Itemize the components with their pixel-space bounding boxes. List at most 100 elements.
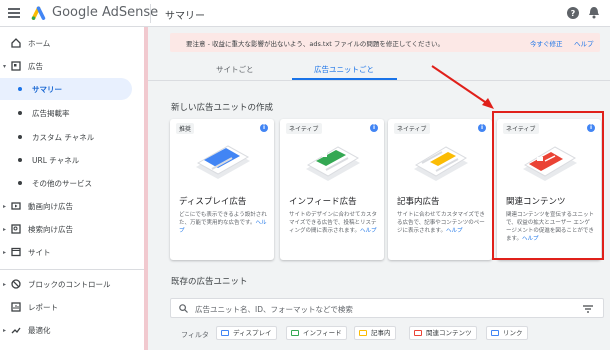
- sidebar-item-url-channels[interactable]: URL チャネル: [0, 149, 147, 171]
- ads-icon: [11, 61, 21, 71]
- bullet-icon: [18, 135, 22, 139]
- existing-ad-units-heading: 既存の広告ユニット: [171, 277, 248, 287]
- filter-chip-related-content[interactable]: 関連コンテンツ: [409, 326, 477, 340]
- sidebar-item-label: サイト: [28, 247, 51, 257]
- notifications-bell-icon[interactable]: [588, 6, 600, 19]
- video-icon: [11, 202, 21, 210]
- sidebar-item-video-ads[interactable]: ▸ 動画向け広告: [0, 195, 147, 217]
- info-icon[interactable]: i: [478, 124, 486, 132]
- caret-right-icon: ▸: [3, 326, 7, 334]
- block-icon: [11, 279, 21, 289]
- infeed-ad-illustration-icon: [306, 146, 360, 181]
- highlight-box: [492, 111, 604, 260]
- filter-chip-link[interactable]: リンク: [486, 326, 528, 340]
- top-app-bar: Google AdSense サマリー ?: [0, 0, 610, 27]
- card-title: ディスプレイ広告: [179, 197, 247, 207]
- sidebar-item-search-ads[interactable]: ▸ 検索向け広告: [0, 218, 147, 240]
- sidebar-item-label: その他のサービス: [32, 178, 92, 188]
- sidebar-item-reports[interactable]: レポート: [0, 296, 147, 318]
- sidebar-item-label: 動画向け広告: [28, 201, 73, 211]
- card-description: サイトに合わせてカスタマイズできる広告で、記事やコンテンツのページに表示されます…: [397, 212, 485, 234]
- filter-list-icon[interactable]: [583, 305, 593, 313]
- info-icon[interactable]: i: [370, 124, 378, 132]
- sidebar-item-optimization[interactable]: ▸ 最適化: [0, 319, 147, 341]
- sidebar-item-label: 広告: [28, 61, 43, 71]
- display-ads-card[interactable]: 推奨 i ディスプレイ広告 どこにでも表示できるよう設計された、万能で実用的な広…: [170, 119, 274, 260]
- warning-text: 要注意 - 収益に重大な影響が出ないよう、ads.txt ファイルの問題を修正し…: [186, 40, 445, 48]
- tab-by-ad-unit[interactable]: 広告ユニットごと: [314, 64, 374, 75]
- active-dot-icon: [18, 87, 22, 91]
- search-icon: [179, 304, 188, 313]
- sidebar-item-summary[interactable]: サマリー: [0, 78, 132, 100]
- caret-right-icon: ▸: [3, 225, 7, 233]
- sidebar-item-custom-channels[interactable]: カスタム チャネル: [0, 126, 147, 148]
- sidebar-item-label: カスタム チャネル: [32, 132, 95, 142]
- filter-chip-in-article[interactable]: 記事内: [354, 326, 396, 340]
- sidebar-nav: ホーム ▾ 広告 サマリー 広告掲載率 カスタム チャネル URL チャネル そ…: [0, 27, 147, 350]
- sidebar-item-label: 広告掲載率: [32, 108, 70, 118]
- caret-right-icon: ▸: [3, 280, 7, 288]
- filter-chip-display[interactable]: ディスプレイ: [216, 326, 277, 340]
- svg-text:?: ?: [571, 9, 576, 18]
- site-icon: [11, 247, 21, 257]
- native-badge: ネイティブ: [286, 123, 322, 134]
- sidebar-item-label: URL チャネル: [32, 155, 80, 165]
- caret-right-icon: ▸: [3, 248, 7, 256]
- ad-unit-search-input[interactable]: 広告ユニット名、ID、フォーマットなどで検索: [170, 298, 604, 318]
- info-icon[interactable]: i: [260, 124, 268, 132]
- active-tab-indicator: [292, 78, 397, 80]
- trend-icon: [11, 327, 21, 334]
- sidebar-item-other-services[interactable]: その他のサービス: [0, 172, 147, 194]
- help-icon[interactable]: ?: [567, 7, 579, 19]
- red-arrow-icon: [431, 65, 494, 109]
- in-article-ads-card[interactable]: ネイティブ i 記事内広告 サイトに合わせてカスタマイズできる広告で、記事やコン…: [388, 119, 492, 260]
- sidebar-divider: [0, 269, 147, 270]
- recommended-badge: 推奨: [176, 123, 195, 134]
- card-help-link[interactable]: ヘルプ: [360, 228, 377, 234]
- sidebar-item-label: 最適化: [28, 325, 51, 335]
- card-title: 記事内広告: [397, 197, 440, 207]
- caret-down-icon: ▾: [3, 62, 7, 70]
- search-placeholder: 広告ユニット名、ID、フォーマットなどで検索: [195, 305, 353, 314]
- new-ad-unit-heading: 新しい広告ユニットの作成: [171, 103, 274, 113]
- filter-label: フィルタ: [181, 331, 209, 339]
- sidebar-item-home[interactable]: ホーム: [0, 32, 147, 54]
- card-help-link[interactable]: ヘルプ: [446, 228, 463, 234]
- ads-txt-warning-banner: 要注意 - 収益に重大な影響が出ないよう、ads.txt ファイルの問題を修正し…: [170, 33, 600, 52]
- infeed-chip-icon: [291, 330, 299, 336]
- sidebar-item-label: ホーム: [28, 38, 51, 48]
- sidebar-item-label: 検索向け広告: [28, 224, 73, 234]
- in-article-ad-illustration-icon: [414, 146, 468, 181]
- sidebar-item-ads[interactable]: ▾ 広告: [0, 55, 147, 77]
- native-badge: ネイティブ: [394, 123, 430, 134]
- bullet-icon: [18, 111, 22, 115]
- sidebar-item-label: ブロックのコントロール: [28, 279, 111, 289]
- bullet-icon: [18, 181, 22, 185]
- report-icon: [11, 302, 21, 312]
- sidebar-item-sites[interactable]: ▸ サイト: [0, 241, 147, 263]
- fix-now-link[interactable]: 今すぐ修正: [530, 38, 563, 48]
- bullet-icon: [18, 158, 22, 162]
- sidebar-item-coverage[interactable]: 広告掲載率: [0, 102, 147, 124]
- sidebar-item-label: レポート: [28, 302, 58, 312]
- infeed-ads-card[interactable]: ネイティブ i インフィード広告 サイトのデザインに合わせてカスタマイズできる広…: [280, 119, 384, 260]
- display-ad-illustration-icon: [196, 145, 250, 179]
- tab-by-site[interactable]: サイトごと: [216, 64, 254, 75]
- related-content-chip-icon: [414, 330, 422, 336]
- link-chip-icon: [491, 330, 499, 336]
- caret-right-icon: ▸: [3, 202, 7, 210]
- help-link[interactable]: ヘルプ: [574, 38, 594, 48]
- in-article-chip-icon: [359, 330, 367, 336]
- topbar-divider: [150, 4, 151, 23]
- adsense-logo-icon: [31, 6, 46, 20]
- page-title: サマリー: [165, 11, 205, 22]
- display-chip-icon: [221, 330, 229, 336]
- sidebar-item-label: サマリー: [32, 84, 62, 94]
- menu-icon[interactable]: [8, 8, 20, 18]
- home-icon: [11, 38, 21, 48]
- card-description: どこにでも表示できるよう設計された、万能で実用的な広告です。ヘルプ: [179, 212, 267, 234]
- search-ads-icon: [11, 224, 21, 234]
- filter-chip-infeed[interactable]: インフィード: [286, 326, 347, 340]
- card-description: サイトのデザインに合わせてカスタマイズできる広告で、投稿とリスティングの間に表示…: [289, 212, 378, 234]
- sidebar-item-blocking-controls[interactable]: ▸ ブロックのコントロール: [0, 273, 147, 295]
